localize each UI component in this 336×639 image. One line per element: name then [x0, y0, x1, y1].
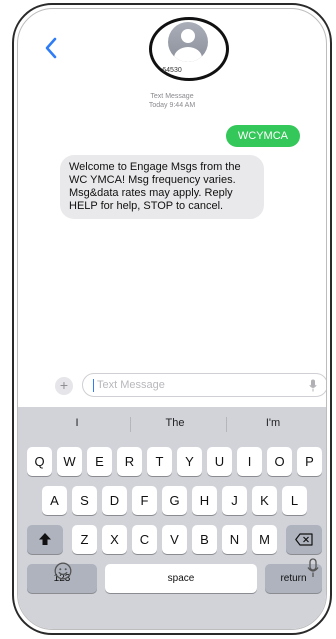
message-input[interactable]: Text Message [82, 373, 326, 397]
key-c[interactable]: C [132, 525, 157, 554]
emoji-icon[interactable] [54, 562, 72, 580]
key-f[interactable]: F [132, 486, 157, 515]
text-cursor [93, 379, 94, 392]
key-x[interactable]: X [102, 525, 127, 554]
key-t[interactable]: T [147, 447, 172, 476]
key-j[interactable]: J [222, 486, 247, 515]
suggestion-1[interactable]: I [32, 417, 122, 429]
key-n[interactable]: N [222, 525, 247, 554]
contact-name[interactable]: 64530 [18, 67, 326, 74]
keyboard: I The I'm Q W E R T Y U I O P A S D F G … [18, 407, 326, 629]
timestamp-time: Today 9:44 AM [148, 102, 196, 109]
key-a[interactable]: A [42, 486, 67, 515]
key-v[interactable]: V [162, 525, 187, 554]
key-e[interactable]: E [87, 447, 112, 476]
key-k[interactable]: K [252, 486, 277, 515]
screen: 64530 Text Message Today 9:44 AM WCYMCA … [17, 8, 327, 630]
add-attachment-button[interactable]: + [55, 377, 73, 395]
message-input-placeholder: Text Message [97, 379, 165, 391]
key-g[interactable]: G [162, 486, 187, 515]
shift-key[interactable] [27, 525, 63, 554]
avatar-icon[interactable] [168, 22, 208, 62]
key-y[interactable]: Y [177, 447, 202, 476]
suggestion-2[interactable]: The [130, 417, 220, 429]
key-p[interactable]: P [297, 447, 322, 476]
suggestion-divider [226, 417, 227, 432]
outgoing-message[interactable]: WCYMCA [225, 125, 300, 147]
dictation-icon[interactable] [309, 379, 317, 392]
key-i[interactable]: I [237, 447, 262, 476]
key-l[interactable]: L [282, 486, 307, 515]
delete-icon [295, 533, 313, 546]
key-h[interactable]: H [192, 486, 217, 515]
key-o[interactable]: O [267, 447, 292, 476]
key-q[interactable]: Q [27, 447, 52, 476]
suggestion-3[interactable]: I'm [228, 417, 318, 429]
phone-frame: 64530 Text Message Today 9:44 AM WCYMCA … [12, 3, 332, 635]
key-w[interactable]: W [57, 447, 82, 476]
suggestion-bar: I The I'm [18, 407, 326, 441]
space-key[interactable]: space [105, 564, 257, 593]
shift-icon [39, 533, 51, 545]
key-m[interactable]: M [252, 525, 277, 554]
key-d[interactable]: D [102, 486, 127, 515]
key-r[interactable]: R [117, 447, 142, 476]
key-b[interactable]: B [192, 525, 217, 554]
key-z[interactable]: Z [72, 525, 97, 554]
key-s[interactable]: S [72, 486, 97, 515]
key-u[interactable]: U [207, 447, 232, 476]
back-chevron-icon[interactable] [44, 37, 58, 59]
mic-icon[interactable] [307, 558, 319, 578]
timestamp-type: Text Message [150, 93, 194, 100]
delete-key[interactable] [286, 525, 322, 554]
incoming-message[interactable]: Welcome to Engage Msgs from the WC YMCA!… [60, 155, 264, 219]
